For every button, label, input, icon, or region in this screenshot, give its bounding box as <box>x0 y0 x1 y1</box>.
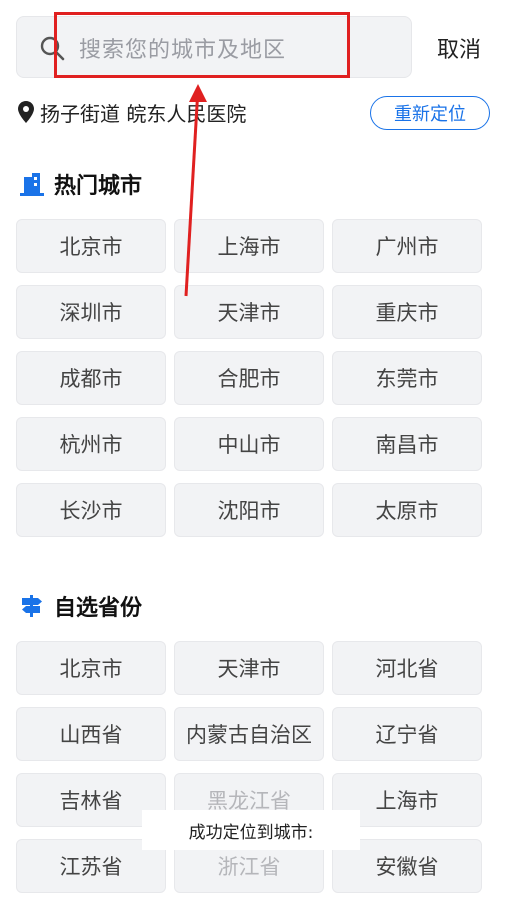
hot-cities-title: 热门城市 <box>54 174 143 199</box>
city-button[interactable]: 沈阳市 <box>174 483 324 537</box>
city-button[interactable]: 太原市 <box>332 483 482 537</box>
city-button[interactable]: 北京市 <box>16 219 166 273</box>
location-text: 扬子街道 皖东人民医院 <box>40 101 247 126</box>
provinces-heading: 自选省份 <box>18 590 142 622</box>
city-button[interactable]: 中山市 <box>174 417 324 471</box>
province-button[interactable]: 北京市 <box>16 641 166 695</box>
province-button[interactable]: 天津市 <box>174 641 324 695</box>
city-button[interactable]: 长沙市 <box>16 483 166 537</box>
city-button[interactable]: 南昌市 <box>332 417 482 471</box>
building-icon <box>20 173 44 196</box>
location-pin-icon <box>18 101 34 123</box>
signpost-icon <box>22 595 42 617</box>
cancel-button[interactable]: 取消 <box>437 32 481 64</box>
province-button[interactable]: 河北省 <box>332 641 482 695</box>
current-location: 扬子街道 皖东人民医院 <box>18 100 247 126</box>
province-button[interactable]: 内蒙古自治区 <box>174 707 324 761</box>
city-button[interactable]: 天津市 <box>174 285 324 339</box>
city-button[interactable]: 深圳市 <box>16 285 166 339</box>
province-button[interactable]: 辽宁省 <box>332 707 482 761</box>
city-button[interactable]: 广州市 <box>332 219 482 273</box>
provinces-title: 自选省份 <box>54 596 143 621</box>
toast-message: 成功定位到城市: <box>142 810 360 850</box>
province-button[interactable]: 山西省 <box>16 707 166 761</box>
city-button[interactable]: 成都市 <box>16 351 166 405</box>
city-button[interactable]: 东莞市 <box>332 351 482 405</box>
relocate-button[interactable]: 重新定位 <box>370 96 490 130</box>
hot-cities-heading: 热门城市 <box>18 168 142 200</box>
highlight-box <box>54 12 350 78</box>
city-button[interactable]: 杭州市 <box>16 417 166 471</box>
city-button[interactable]: 重庆市 <box>332 285 482 339</box>
city-button[interactable]: 合肥市 <box>174 351 324 405</box>
city-button[interactable]: 上海市 <box>174 219 324 273</box>
